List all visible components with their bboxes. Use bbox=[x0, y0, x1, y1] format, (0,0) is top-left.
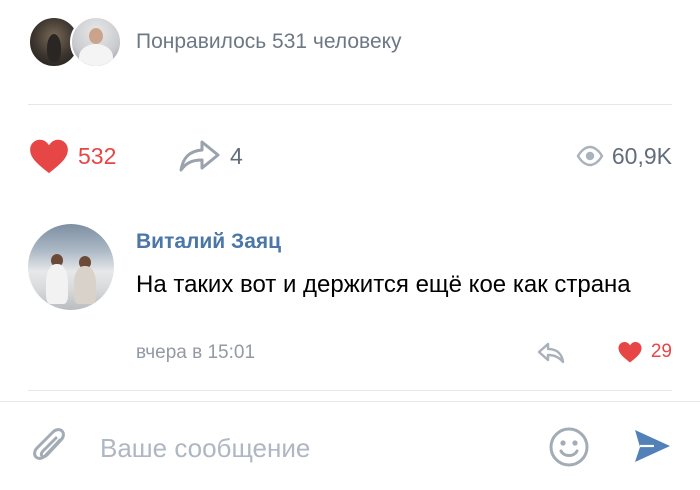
paperclip-icon[interactable] bbox=[30, 426, 70, 470]
avatar bbox=[70, 16, 122, 68]
liker-avatars bbox=[28, 14, 124, 70]
comment-author[interactable]: Виталий Заяц bbox=[136, 230, 281, 254]
eye-icon bbox=[576, 145, 604, 167]
message-input[interactable] bbox=[100, 426, 500, 470]
shares-count: 4 bbox=[230, 142, 243, 169]
comment-text: На таких вот и держится ещё кое как стра… bbox=[136, 271, 631, 298]
send-icon[interactable] bbox=[632, 426, 672, 466]
comment-like-button[interactable]: 29 bbox=[617, 338, 672, 366]
divider bbox=[28, 390, 672, 391]
share-button[interactable]: 4 bbox=[178, 136, 243, 176]
like-button[interactable]: 532 bbox=[28, 136, 116, 176]
heart-icon bbox=[30, 139, 68, 174]
heart-icon bbox=[618, 342, 642, 363]
divider bbox=[28, 104, 672, 105]
message-composer bbox=[0, 402, 700, 490]
views-counter: 60,9K bbox=[576, 136, 672, 176]
share-arrow-icon bbox=[179, 140, 220, 172]
likes-count: 532 bbox=[78, 142, 117, 169]
liked-by-text: Понравилось 531 человеку bbox=[136, 30, 402, 53]
comment-likes-count: 29 bbox=[650, 341, 672, 362]
reply-icon[interactable] bbox=[536, 340, 566, 366]
comment-avatar[interactable] bbox=[28, 224, 114, 310]
comment-time: вчера в 15:01 bbox=[136, 342, 256, 363]
liked-by-row[interactable]: Понравилось 531 человеку bbox=[28, 14, 402, 70]
smiley-icon[interactable] bbox=[548, 426, 590, 468]
comment: Виталий Заяц На таких вот и держится ещё… bbox=[28, 224, 672, 374]
views-count: 60,9K bbox=[611, 142, 672, 169]
post-actions: 532 4 60,9K bbox=[28, 136, 672, 176]
